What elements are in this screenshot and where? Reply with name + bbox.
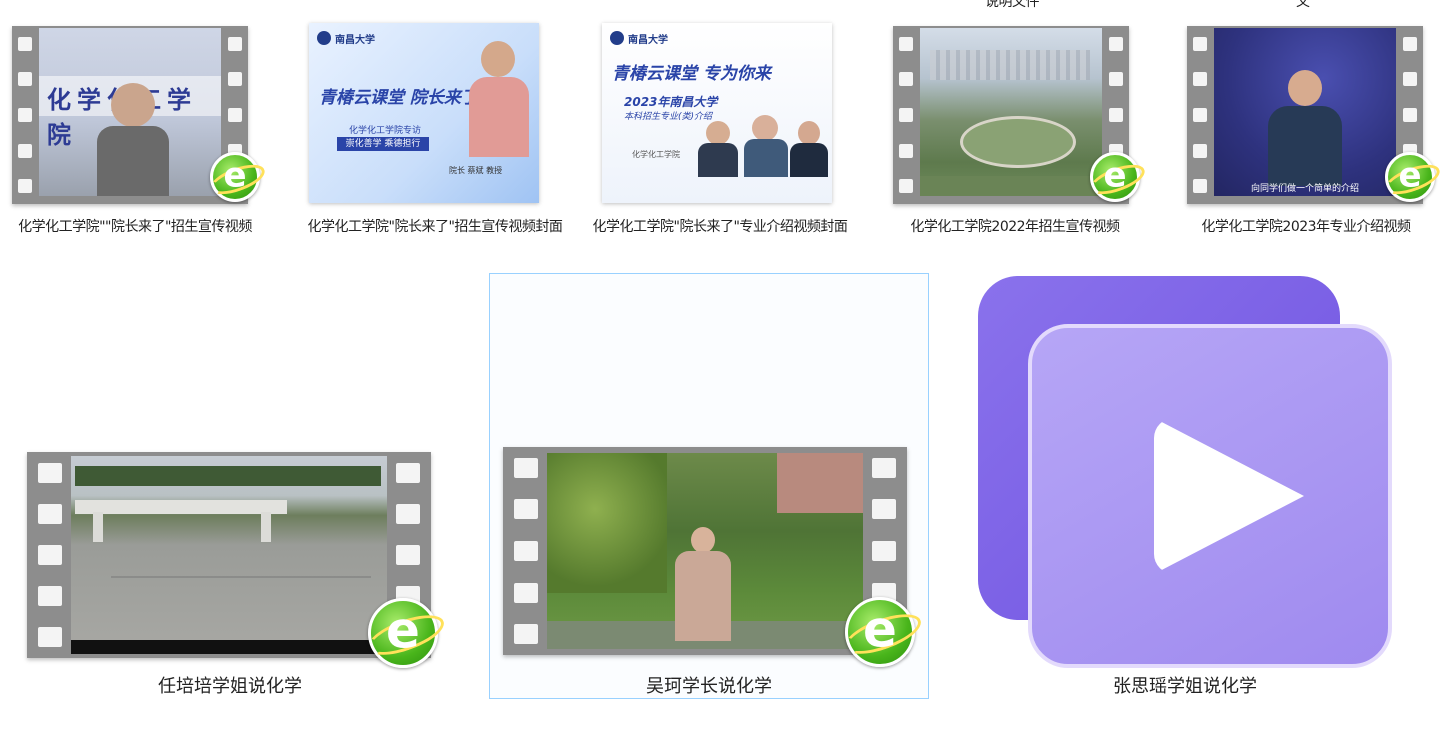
file-item-video-3[interactable]: 向同学们做一个简单的介绍 e 化学化工学院2023年专业介绍视频	[1175, 0, 1444, 245]
file-item-image-1[interactable]: 南昌大学 青椿云课堂 院长来了 化学化工学院专访 崇化善学 乘德担行 院长 蔡斌…	[290, 0, 563, 245]
browser-e-icon: e	[840, 597, 926, 667]
logo-text: 南昌大学	[628, 35, 668, 46]
title-text: 2023年南昌大学	[624, 95, 718, 109]
video-frame-preview	[71, 456, 387, 654]
slogan-text: 青椿云课堂 院长来了	[319, 88, 478, 108]
file-item-video-4[interactable]: e 任培培学姐说化学	[0, 270, 460, 700]
file-item-label: 化学化工学院"院长来了"专业介绍视频封面	[592, 219, 848, 235]
file-item-label: 吴珂学长说化学	[646, 676, 772, 697]
video-frame-preview	[547, 453, 863, 649]
file-item-video-5[interactable]: e 吴珂学长说化学	[489, 273, 929, 699]
video-frame-preview	[920, 28, 1102, 196]
file-item-image-2[interactable]: 南昌大学 青椿云课堂 专为你来 2023年南昌大学 本科招生专业(类)介绍 化学…	[585, 0, 855, 245]
file-item-label: 任培培学姐说化学	[158, 676, 302, 697]
caption-text: 院长 蔡斌 教授	[449, 166, 503, 175]
file-item-video-2[interactable]: e 化学化工学院2022年招生宣传视频	[880, 0, 1150, 245]
subtitle-text: 化学化工学院专访	[349, 126, 422, 136]
file-item-label: 张思瑶学姐说化学	[1113, 676, 1257, 697]
video-player-icon	[960, 270, 1410, 670]
image-thumbnail: 南昌大学 青椿云课堂 专为你来 2023年南昌大学 本科招生专业(类)介绍 化学…	[602, 23, 832, 203]
file-item-label: 化学化工学院""院长来了"招生宣传视频	[18, 219, 252, 235]
browser-e-icon: e	[1382, 152, 1444, 202]
logo-text: 南昌大学	[335, 35, 375, 46]
slogan-text: 青椿云课堂 专为你来	[612, 64, 771, 84]
browser-e-icon: e	[207, 152, 269, 202]
image-thumbnail: 南昌大学 青椿云课堂 院长来了 化学化工学院专访 崇化善学 乘德担行 院长 蔡斌…	[309, 23, 539, 203]
dept-text: 化学化工学院	[632, 150, 680, 159]
browser-e-icon: e	[1087, 152, 1149, 202]
video-subtitle: 向同学们做一个简单的介绍	[1250, 184, 1359, 194]
file-item-video-1[interactable]: 化学化工学院 e 化学化工学院""院长来了"招生宣传视频	[0, 0, 270, 245]
file-item-label: 化学化工学院2023年专业介绍视频	[1201, 219, 1411, 235]
file-item-label: 化学化工学院2022年招生宣传视频	[910, 219, 1120, 235]
browser-e-icon: e	[363, 598, 449, 668]
subtitle-text: 本科招生专业(类)介绍	[624, 112, 713, 122]
video-frame-preview: 化学化工学院	[39, 28, 221, 196]
file-item-label: 化学化工学院"院长来了"招生宣传视频封面	[307, 219, 563, 235]
file-item-video-6[interactable]: 张思瑶学姐说化学	[960, 270, 1410, 700]
tagline-banner: 崇化善学 乘德担行	[337, 137, 429, 151]
video-frame-preview: 向同学们做一个简单的介绍	[1214, 28, 1396, 196]
